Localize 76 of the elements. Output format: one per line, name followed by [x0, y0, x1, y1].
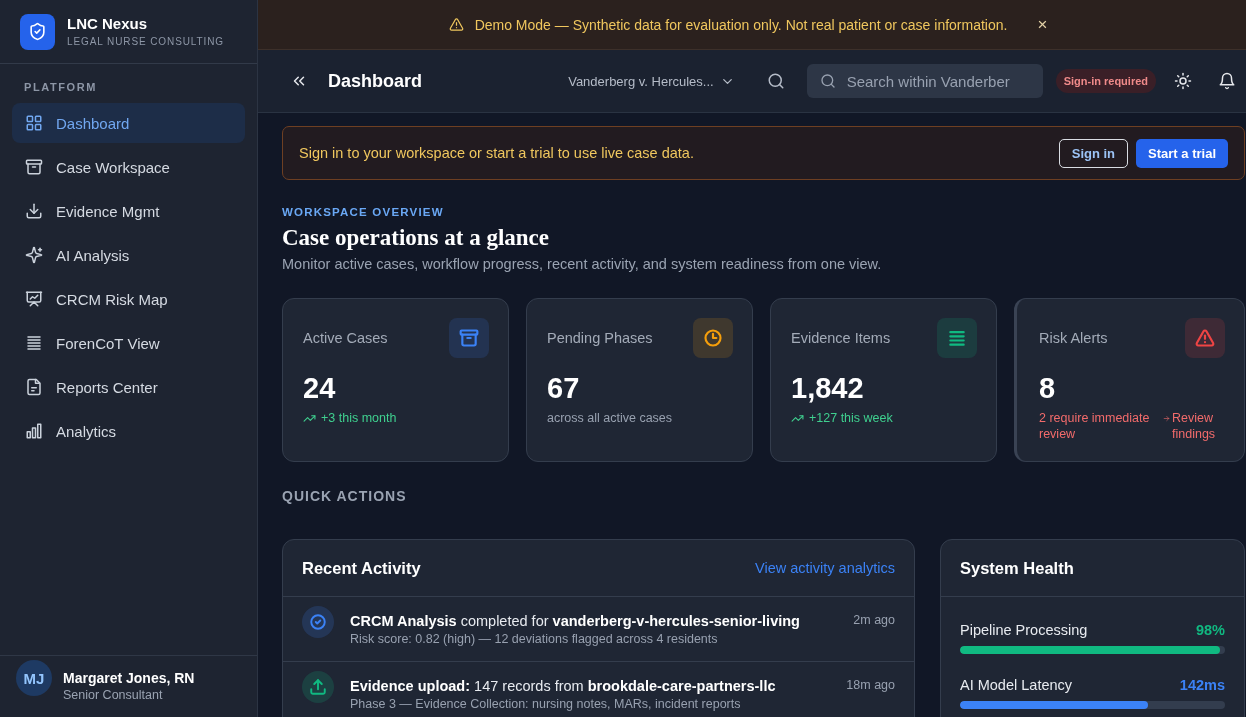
stacked-lines-icon [25, 334, 43, 352]
grid-icon [25, 114, 43, 132]
bell-icon [1218, 72, 1236, 90]
section-heading: PLATFORM [23, 80, 99, 95]
sidebar-item[interactable]: ForenCoT View [12, 323, 245, 363]
stat-label: Evidence Items [791, 330, 891, 346]
stat-alert-note: 2 require immediate review [1039, 410, 1151, 442]
stat-trend: +3 this month [321, 410, 397, 426]
user-name: Margaret Jones, RN [63, 669, 195, 687]
metric-reading: 98% [1195, 621, 1225, 639]
panel-title: System Health [960, 558, 1074, 578]
sidebar-item[interactable]: AI Analysis [12, 235, 245, 275]
arrow-right-icon [1163, 415, 1170, 422]
warning-icon [448, 17, 464, 32]
user-avatar: MJ [16, 660, 52, 696]
chart-board-icon [25, 290, 43, 308]
metric-reading: 142ms [1179, 676, 1225, 694]
archive-box-icon [449, 318, 489, 358]
shield-check-icon [20, 13, 55, 50]
stacked-lines-icon [937, 318, 977, 358]
overview-description: Monitor active cases, workflow progress, recent activity, and system readiness from one view. [282, 255, 882, 273]
start-trial-button[interactable]: Start a trial [1136, 138, 1228, 168]
sidebar-item[interactable]: Analytics [12, 411, 245, 451]
metric-label: Pipeline Processing [960, 621, 1088, 639]
activity-detail: Phase 3 — Evidence Collection: nursing notes, MARs, incident reports [350, 697, 742, 712]
overview-title: Case operations at a glance [282, 225, 550, 251]
sidebar-item[interactable]: Case Workspace [12, 147, 245, 187]
search-icon [819, 73, 836, 89]
demo-banner-text: Demo Mode — Synthetic data for evaluation only. Not real patient or case information. [474, 16, 1008, 33]
sun-icon [1174, 72, 1192, 90]
stat-value: 8 [1039, 371, 1056, 405]
activity-detail: Risk score: 0.82 (high) — 12 deviations flagged across 4 residents [350, 632, 719, 647]
stat-label: Pending Phases [547, 330, 653, 346]
document-icon [25, 378, 43, 396]
sidebar-item[interactable]: Dashboard [12, 103, 245, 143]
download-icon [25, 202, 43, 220]
stat-note: across all active cases [547, 410, 674, 426]
user-role: Senior Consultant [63, 687, 164, 703]
check-circle-icon [302, 606, 334, 638]
close-button[interactable]: × [1035, 16, 1050, 33]
search-button[interactable] [766, 72, 785, 90]
section-eyebrow: WORKSPACE OVERVIEW [282, 205, 444, 219]
search-icon [766, 72, 785, 90]
activity-title: Evidence upload: 147 records from brookdale-care-partners-llc [350, 677, 777, 695]
activity-time: 18m ago [846, 678, 895, 694]
activity-analytics-link[interactable]: View activity analytics [755, 560, 895, 576]
theme-toggle-button[interactable] [1174, 72, 1192, 90]
panel-title: Recent Activity [302, 558, 421, 578]
page-title: Dashboard [328, 70, 423, 92]
sparkles-icon [25, 246, 43, 264]
search-field[interactable]: Search within Vanderber [806, 64, 1043, 98]
stat-label: Active Cases [303, 330, 388, 346]
status-badge: Sign-in required [1055, 69, 1156, 93]
sign-in-button[interactable]: Sign in [1058, 138, 1129, 168]
bar-chart-icon [25, 422, 43, 440]
case-selector[interactable]: Vanderberg v. Hercules... [568, 73, 735, 89]
sidebar-item[interactable]: CRCM Risk Map [12, 279, 245, 319]
section-heading: QUICK ACTIONS [282, 488, 407, 504]
sign-in-message: Sign in to your workspace or start a trial to use live case data. [299, 145, 695, 161]
metric-label: AI Model Latency [960, 676, 1073, 694]
activity-time: 2m ago [853, 613, 895, 629]
stat-value: 24 [303, 371, 336, 405]
stat-label: Risk Alerts [1039, 330, 1108, 346]
stat-value: 67 [547, 371, 580, 405]
brand-tagline: LEGAL NURSE CONSULTING [67, 36, 225, 48]
sidebar-item[interactable]: Evidence Mgmt [12, 191, 245, 231]
stat-trend: +127 this week [809, 410, 893, 426]
clock-icon [693, 318, 733, 358]
notifications-button[interactable] [1218, 72, 1236, 90]
review-findings-link[interactable]: Review findings [1163, 410, 1225, 442]
activity-title: CRCM Analysis completed for vanderberg-v-hercules-senior-living [350, 612, 801, 630]
stat-value: 1,842 [791, 371, 864, 405]
brand-name: LNC Nexus [67, 15, 149, 33]
sidebar-item[interactable]: Reports Center [12, 367, 245, 407]
upload-icon [302, 671, 334, 703]
archive-box-icon [25, 158, 43, 176]
